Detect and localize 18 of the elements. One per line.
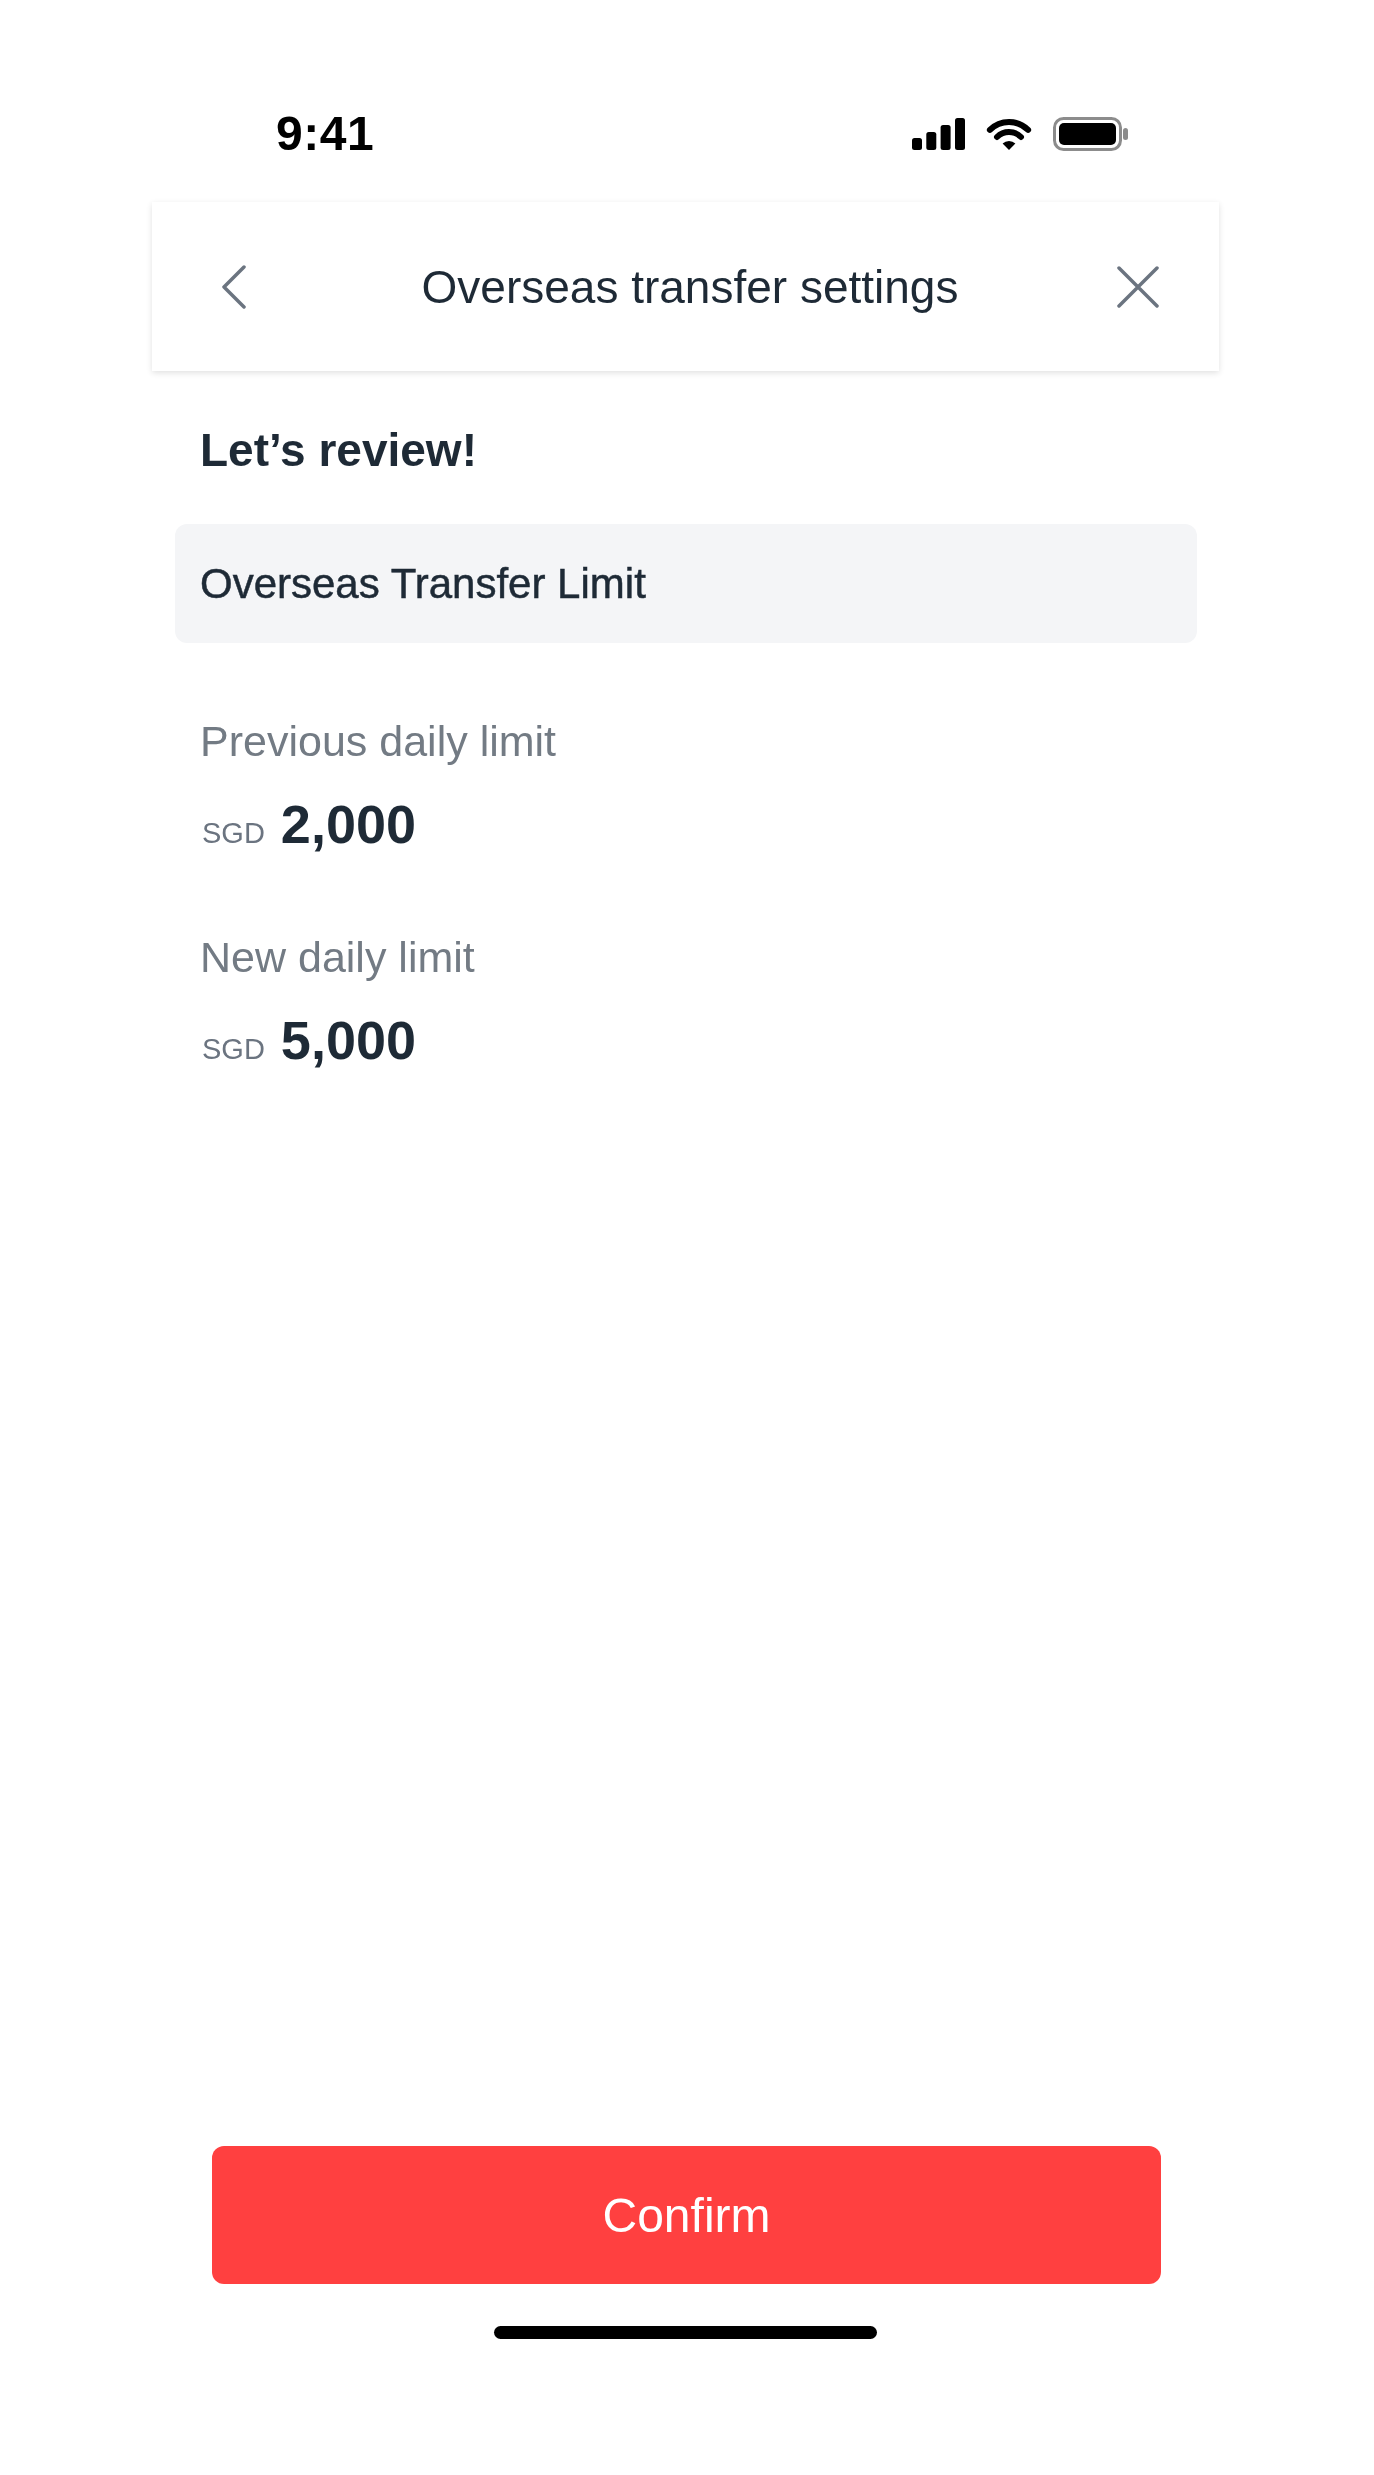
wifi-icon <box>985 117 1033 151</box>
section-title: Overseas Transfer Limit <box>200 558 646 609</box>
chevron-left-icon <box>221 264 247 309</box>
close-button[interactable] <box>1117 265 1159 308</box>
limit-label: New daily limit <box>200 934 475 980</box>
close-icon <box>1117 265 1159 308</box>
status-time: 9:41 <box>276 110 375 158</box>
back-button[interactable] <box>221 264 247 309</box>
page-heading: Let’s review! <box>200 426 477 474</box>
battery-icon <box>1053 117 1128 151</box>
signal-icon <box>912 118 965 150</box>
limit-amount: 2,000 <box>280 794 416 854</box>
screen-title: Overseas transfer settings <box>421 259 959 315</box>
confirm-button[interactable]: Confirm <box>212 2146 1161 2284</box>
limit-amount: 5,000 <box>280 1010 416 1070</box>
limit-label: Previous daily limit <box>200 718 557 764</box>
currency-code: SGD <box>202 1032 265 1066</box>
currency-code: SGD <box>202 816 265 850</box>
